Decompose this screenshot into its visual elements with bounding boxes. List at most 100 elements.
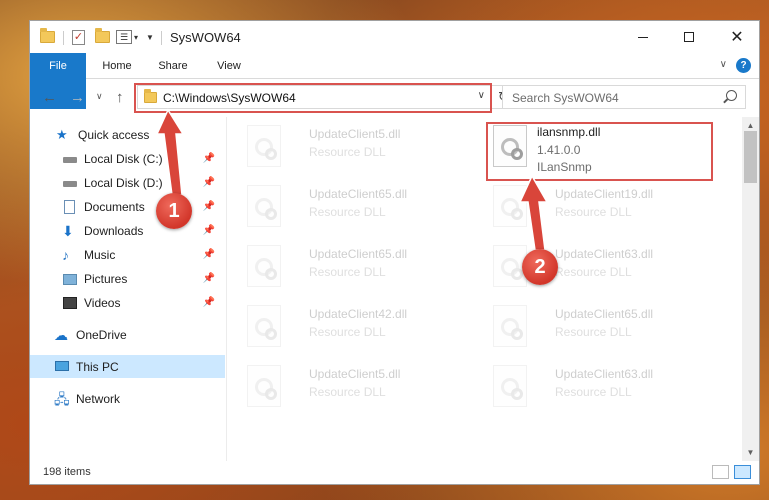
expand-ribbon-icon[interactable]: ∨	[720, 59, 727, 70]
dll-file-icon	[493, 185, 527, 227]
sidebar-item-label: Downloads	[84, 223, 144, 238]
pin-icon[interactable]: 📌	[203, 225, 215, 236]
list-item[interactable]: UpdateClient63.dll Resource DLL	[485, 241, 715, 297]
search-input[interactable]: Search SysWOW64	[502, 85, 746, 109]
quick-access-menu-icon[interactable]: ▼	[146, 29, 154, 45]
scrollbar-thumb[interactable]	[744, 131, 757, 183]
pictures-icon	[62, 272, 78, 286]
file-name: UpdateClient5.dll	[309, 367, 401, 381]
sidebar-item-quick-access[interactable]: ★ Quick access	[30, 123, 225, 146]
maximize-button[interactable]	[666, 21, 712, 53]
music-icon: ♪	[62, 246, 69, 263]
sidebar-item-network[interactable]: 🖧 Network	[30, 387, 225, 410]
sidebar-item-documents[interactable]: Documents 📌	[30, 195, 225, 218]
documents-icon	[62, 199, 78, 214]
file-name: UpdateClient65.dll	[555, 307, 654, 321]
sidebar-item-label: OneDrive	[76, 327, 127, 342]
list-item[interactable]: UpdateClient42.dll Resource DLL	[239, 301, 469, 357]
search-placeholder: Search SysWOW64	[512, 91, 619, 105]
sidebar-item-pictures[interactable]: Pictures 📌	[30, 267, 225, 290]
new-folder-icon[interactable]	[95, 28, 110, 45]
file-name: UpdateClient63.dll	[555, 367, 654, 381]
drive-icon	[62, 176, 78, 190]
sidebar-item-label: Network	[76, 391, 121, 406]
pin-icon[interactable]: 📌	[203, 177, 215, 188]
sidebar-item-downloads[interactable]: ⬇ Downloads 📌	[30, 219, 225, 242]
chevron-down-icon[interactable]: ▾	[134, 29, 138, 45]
file-type: Resource DLL	[309, 385, 386, 399]
list-item[interactable]: UpdateClient5.dll Resource DLL	[239, 121, 469, 177]
file-type: Resource DLL	[555, 205, 632, 219]
sidebar-item-label: This PC	[76, 359, 119, 374]
pin-icon[interactable]: 📌	[203, 201, 215, 212]
file-name: UpdateClient63.dll	[555, 247, 654, 261]
details-view-icon[interactable]	[712, 465, 729, 479]
file-type: Resource DLL	[309, 325, 386, 339]
dll-file-icon	[247, 185, 281, 227]
dll-file-icon	[493, 305, 527, 347]
pin-icon[interactable]: 📌	[203, 249, 215, 260]
scroll-down-icon[interactable]: ▼	[742, 444, 759, 461]
up-arrow-icon[interactable]: ↑	[116, 89, 124, 106]
sidebar-item-label: Local Disk (D:)	[84, 175, 163, 190]
tab-share[interactable]: Share	[148, 53, 198, 79]
file-highlight-box	[486, 122, 713, 181]
help-icon[interactable]: ?	[736, 58, 751, 73]
cloud-icon: ☁	[54, 326, 68, 343]
dll-file-icon	[247, 365, 281, 407]
tab-home[interactable]: Home	[92, 53, 142, 79]
pin-icon[interactable]: 📌	[203, 297, 215, 308]
forward-arrow-icon[interactable]: →	[70, 89, 85, 106]
search-icon	[726, 90, 737, 101]
large-icons-view-icon[interactable]	[734, 465, 751, 479]
sidebar-item-local-disk-d[interactable]: Local Disk (D:) 📌	[30, 171, 225, 194]
sidebar-item-label: Local Disk (C:)	[84, 151, 163, 166]
recent-locations-icon[interactable]: ∨	[96, 91, 103, 102]
pin-icon[interactable]: 📌	[203, 153, 215, 164]
file-name: UpdateClient19.dll	[555, 187, 654, 201]
file-name: UpdateClient5.dll	[309, 127, 401, 141]
sidebar-item-label: Videos	[84, 295, 121, 310]
minimize-button[interactable]	[620, 21, 666, 53]
item-count: 198 items	[43, 466, 91, 478]
quick-access-customize-icon[interactable]: ☰	[116, 29, 132, 45]
dll-file-icon	[247, 125, 281, 167]
sidebar-item-onedrive[interactable]: ☁ OneDrive	[30, 323, 225, 346]
properties-check-icon[interactable]: ✓	[72, 29, 85, 45]
file-type: Resource DLL	[309, 145, 386, 159]
sidebar-item-local-disk-c[interactable]: Local Disk (C:) 📌	[30, 147, 225, 170]
sidebar-item-label: Music	[84, 247, 116, 262]
file-type: Resource DLL	[555, 385, 632, 399]
sidebar-item-this-pc[interactable]: This PC	[30, 355, 225, 378]
list-item[interactable]: UpdateClient65.dll Resource DLL	[239, 181, 469, 237]
list-item[interactable]: UpdateClient65.dll Resource DLL	[485, 301, 715, 357]
divider	[63, 31, 64, 45]
file-name: UpdateClient42.dll	[309, 307, 408, 321]
dll-file-icon	[247, 305, 281, 347]
dll-file-icon	[493, 365, 527, 407]
tab-view[interactable]: View	[204, 53, 254, 79]
list-item[interactable]: UpdateClient63.dll Resource DLL	[485, 361, 715, 417]
sidebar-item-videos[interactable]: Videos 📌	[30, 291, 225, 314]
sidebar-item-label: Quick access	[78, 127, 150, 142]
status-bar: 198 items	[30, 461, 759, 485]
list-item[interactable]: UpdateClient5.dll Resource DLL	[239, 361, 469, 417]
sidebar-item-music[interactable]: ♪ Music 📌	[30, 243, 225, 266]
dll-file-icon	[247, 245, 281, 287]
folder-icon	[40, 28, 55, 45]
window-title: SysWOW64	[170, 30, 241, 45]
file-name: UpdateClient65.dll	[309, 187, 408, 201]
back-arrow-icon[interactable]: ←	[42, 89, 57, 106]
step-1-badge: 1	[156, 193, 192, 229]
address-highlight-box	[134, 83, 492, 113]
step-2-badge: 2	[522, 249, 558, 285]
list-item[interactable]: UpdateClient19.dll Resource DLL	[485, 181, 715, 237]
close-button[interactable]: ✕	[714, 21, 760, 53]
list-item[interactable]: UpdateClient65.dll Resource DLL	[239, 241, 469, 297]
star-icon: ★	[56, 126, 68, 142]
pin-icon[interactable]: 📌	[203, 273, 215, 284]
vertical-scrollbar[interactable]: ▲ ▼	[742, 117, 759, 461]
sidebar-item-label: Documents	[84, 199, 145, 214]
file-type: Resource DLL	[555, 265, 632, 279]
title-bar: ✓ ☰ ▾ ▼ SysWOW64 ✕	[30, 21, 759, 53]
